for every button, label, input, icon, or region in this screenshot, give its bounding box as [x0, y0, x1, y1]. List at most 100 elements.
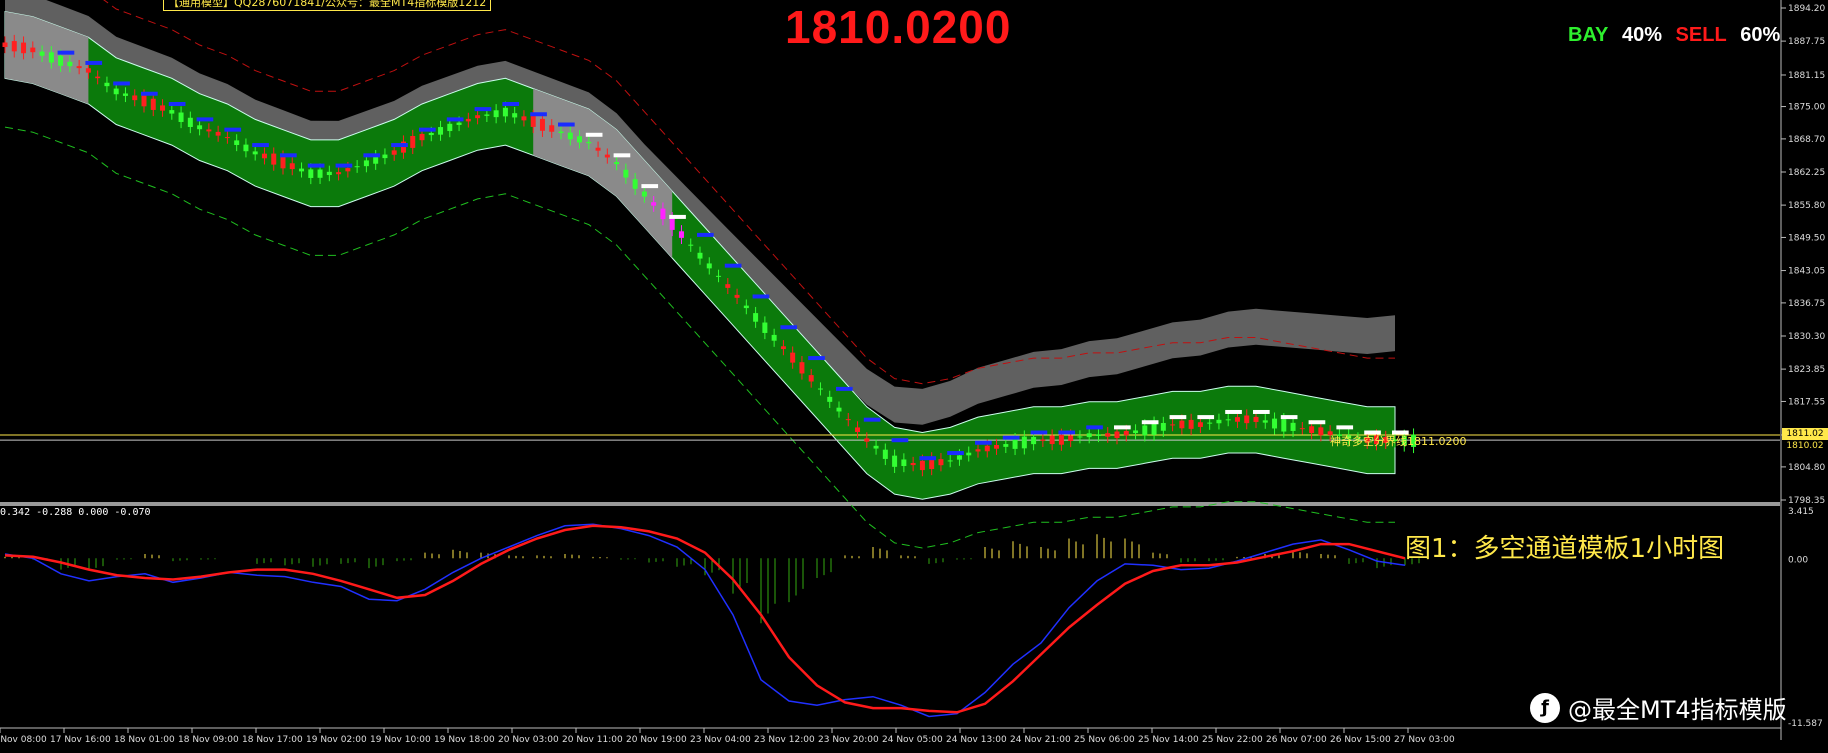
candle-body — [1123, 430, 1129, 436]
candle-body — [827, 396, 833, 402]
candle-body — [178, 112, 184, 122]
candle-body — [799, 362, 805, 374]
time-tick-label: 24 Nov 21:00 — [1010, 735, 1071, 745]
trend-dot — [919, 456, 937, 461]
trend-dot — [196, 117, 214, 122]
candle-body — [558, 131, 564, 134]
trend-dot — [558, 122, 575, 127]
trend-dot — [363, 153, 381, 158]
trend-dot — [113, 81, 130, 86]
price-tick-label: 1868.70 — [1788, 135, 1825, 145]
candle-body — [1049, 435, 1055, 445]
trend-dot — [1169, 415, 1187, 420]
candle-body — [1170, 424, 1176, 426]
trend-dot — [224, 127, 242, 132]
candle-body — [502, 107, 508, 117]
candle-body — [1058, 434, 1064, 445]
candle-body — [197, 125, 203, 130]
candle-body — [1281, 419, 1287, 432]
trend-dot — [808, 356, 825, 361]
trend-dot — [141, 91, 158, 96]
sell-label: SELL — [1675, 24, 1727, 46]
candle-body — [817, 388, 823, 390]
candle-body — [919, 460, 925, 471]
trend-dot — [975, 440, 992, 445]
candle-body — [1105, 433, 1111, 437]
trend-dot — [530, 112, 547, 117]
time-tick-label: 18 Nov 01:00 — [114, 735, 175, 745]
trend-dot — [1141, 420, 1159, 425]
trend-dot — [780, 325, 798, 330]
trend-dot — [669, 214, 686, 219]
candle-body — [595, 147, 601, 151]
trend-dot — [724, 263, 742, 268]
time-tick-label: 18 Nov 17:00 — [242, 735, 303, 745]
candle-body — [206, 129, 212, 132]
sell-percent: 60% — [1740, 24, 1781, 46]
candle-body — [122, 93, 128, 96]
candle-body — [549, 125, 555, 132]
time-tick-label: 23 Nov 04:00 — [690, 735, 751, 745]
candle-body — [660, 208, 666, 220]
macd-red-line — [4, 524, 1406, 714]
candle-body — [697, 252, 703, 259]
price-chart: 1894.20 1887.75 1881.15 1875.00 1868.70 1862.… — [0, 0, 1825, 745]
candle-body — [688, 244, 694, 246]
price-tick-label: 1875.00 — [1788, 103, 1825, 113]
trend-dot — [252, 143, 269, 148]
trend-dot — [752, 294, 770, 299]
divider-line-label: 神奇多空分界线1811.0200 — [1330, 435, 1467, 448]
candle-body — [1318, 427, 1324, 436]
candle-body — [1151, 422, 1157, 435]
candle-body — [1207, 422, 1213, 424]
candle-body — [577, 136, 583, 143]
candle-body — [419, 133, 425, 141]
trend-dot — [474, 107, 492, 112]
candle-body — [743, 305, 749, 309]
trend-dot — [502, 101, 520, 106]
price-tick-label: 1836.75 — [1788, 299, 1825, 309]
time-tick-label: 27 Nov 03:00 — [1394, 735, 1455, 745]
candle-body — [1272, 418, 1278, 429]
candle-body — [113, 88, 119, 95]
trend-dot — [1308, 420, 1326, 425]
subwindow-values: 0.342 -0.288 0.000 -0.070 — [0, 507, 151, 518]
candle-body — [864, 438, 870, 442]
candle-body — [1262, 420, 1268, 423]
time-tick-label: 19 Nov 02:00 — [306, 735, 367, 745]
trend-dot — [1225, 409, 1242, 414]
candle-body — [725, 284, 731, 288]
time-tick-label: 26 Nov 07:00 — [1266, 735, 1327, 745]
trend-dot — [863, 417, 881, 422]
candle-body — [48, 52, 54, 63]
candle-body — [892, 455, 898, 467]
candle-body — [1179, 420, 1185, 429]
indicator-banner: 【通用模型】QQ2876071841/公众号：最全MT4指标模版1212 — [163, 0, 492, 11]
price-tick-label: 1798.35 — [1788, 496, 1825, 506]
candle-body — [512, 113, 518, 118]
time-tick-label: 25 Nov 06:00 — [1074, 735, 1135, 745]
candle-body — [1114, 431, 1120, 439]
candle-body — [771, 334, 777, 341]
time-tick-label: 25 Nov 22:00 — [1202, 735, 1263, 745]
candle-body — [299, 168, 305, 172]
candle-body — [1021, 436, 1027, 449]
price-tick-label: 1823.85 — [1788, 365, 1825, 375]
candle-body — [882, 449, 888, 459]
candle-body — [382, 154, 388, 159]
price-tick-label: 1830.30 — [1788, 332, 1825, 342]
candle-body — [150, 98, 156, 110]
trend-dot — [891, 438, 909, 443]
trend-dot — [1336, 425, 1354, 430]
candle-body — [336, 172, 342, 175]
trend-dot — [391, 143, 408, 148]
time-tick-label: 20 Nov 11:00 — [562, 735, 623, 745]
candle-body — [1160, 423, 1166, 431]
watermark-logo-icon: ƒ — [1530, 692, 1560, 723]
time-tick-label: 23 Nov 20:00 — [818, 735, 879, 745]
buy-sell-ratio: BAY 40% SELL 60% — [1568, 24, 1788, 47]
candle-body — [1077, 436, 1083, 438]
candle-body — [39, 51, 45, 56]
candle-body — [76, 66, 82, 69]
candle-body — [132, 95, 138, 101]
